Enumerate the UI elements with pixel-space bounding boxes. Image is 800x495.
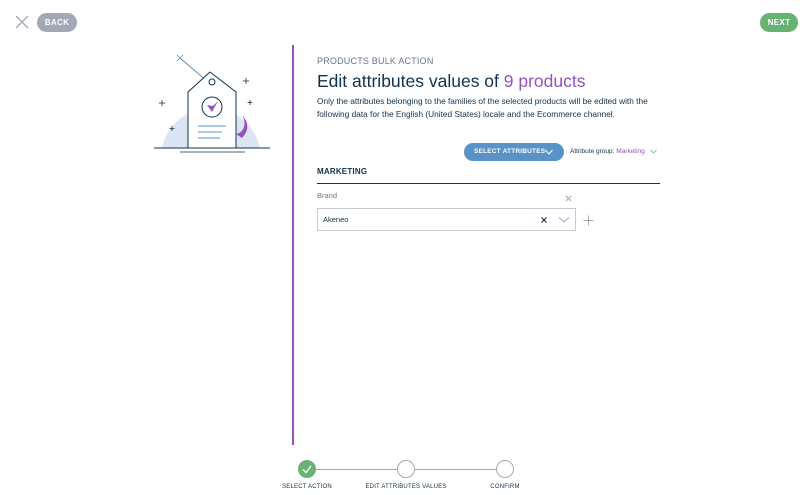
close-icon[interactable] xyxy=(14,14,30,30)
step-confirm xyxy=(496,460,514,478)
add-value-icon[interactable] xyxy=(583,213,594,226)
page-description: Only the attributes belonging to the fam… xyxy=(317,96,648,119)
product-count: 9 products xyxy=(503,71,586,91)
section-title: MARKETING xyxy=(317,167,660,184)
step-connector xyxy=(316,469,397,470)
check-icon xyxy=(302,465,312,474)
section-divider xyxy=(292,45,294,445)
attribute-group-label: Attribute group: xyxy=(570,148,617,155)
step-label-confirm: CONFIRM xyxy=(490,484,520,490)
brand-select[interactable]: Akeneo xyxy=(317,208,576,231)
bulk-action-illustration xyxy=(150,52,275,157)
title-prefix: Edit attributes values of xyxy=(317,71,504,91)
chevron-down-icon xyxy=(545,149,553,155)
select-attributes-button[interactable]: SELECT ATTRIBUTES xyxy=(464,143,564,161)
step-label-select-action: SELECT ACTION xyxy=(282,484,332,490)
select-attributes-label: SELECT ATTRIBUTES xyxy=(474,148,546,155)
chevron-down-icon xyxy=(649,149,657,154)
next-button[interactable]: NEXT xyxy=(760,13,798,32)
attribute-group-selector[interactable]: Attribute group: Marketing xyxy=(570,143,657,161)
step-select-action xyxy=(298,460,316,478)
step-connector xyxy=(414,469,496,470)
action-header: PRODUCTS BULK ACTION Edit attributes val… xyxy=(317,56,662,121)
progress-steps: SELECT ACTION EDIT ATTRIBUTES VALUES CON… xyxy=(280,460,540,495)
page-subtitle: PRODUCTS BULK ACTION xyxy=(317,56,434,66)
clear-icon[interactable] xyxy=(540,215,548,224)
brand-select-value: Akeneo xyxy=(323,215,349,224)
page-title: Edit attributes values of 9 products xyxy=(317,71,662,93)
step-label-edit-attributes: EDIT ATTRIBUTES VALUES xyxy=(365,484,447,490)
remove-attribute-icon[interactable] xyxy=(564,190,573,202)
step-edit-attributes xyxy=(397,460,415,478)
brand-field-label: Brand xyxy=(317,191,338,200)
back-button[interactable]: BACK xyxy=(37,13,77,32)
chevron-down-icon[interactable] xyxy=(558,215,570,224)
attribute-group-value: Marketing xyxy=(616,148,645,155)
